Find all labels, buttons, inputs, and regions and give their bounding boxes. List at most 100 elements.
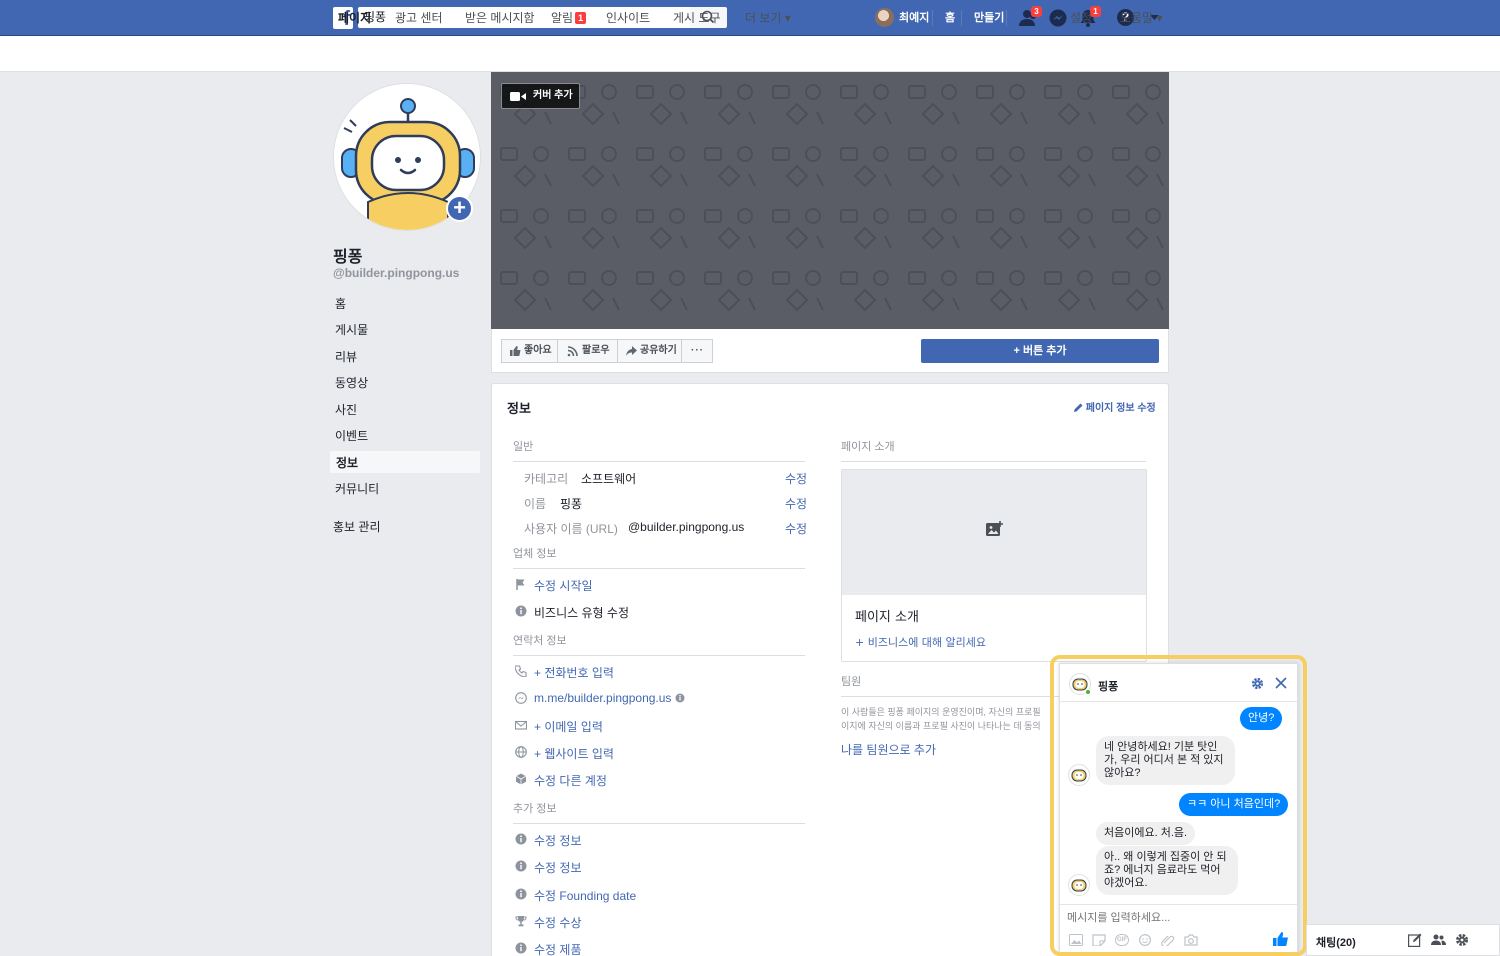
- add-button-cta[interactable]: + 버튼 추가: [921, 339, 1159, 363]
- add-cover-label: 커버 추가: [533, 90, 573, 101]
- sidebar-item-events[interactable]: 이벤트: [329, 424, 481, 448]
- messenger-link[interactable]: m.me/builder.pingpong.us: [534, 691, 685, 705]
- edit-page-info-label: 페이지 정보 수정: [1085, 403, 1156, 414]
- follow-button[interactable]: 팔로우: [557, 339, 618, 363]
- username-value: @builder.pingpong.us: [628, 520, 745, 534]
- about-image-placeholder[interactable]: [842, 470, 1146, 595]
- add-website-link[interactable]: + 웹사이트 입력: [534, 745, 614, 762]
- create-group-icon[interactable]: [1431, 934, 1446, 946]
- sidebar-item-posts[interactable]: 게시물: [329, 318, 481, 342]
- camera-icon[interactable]: [1184, 934, 1198, 946]
- chat-message-input[interactable]: [1067, 912, 1287, 924]
- page-about-section-title: 페이지 소개: [841, 438, 1146, 462]
- cube-icon: [515, 773, 527, 785]
- edit-products-link[interactable]: 수정 제품: [534, 941, 582, 956]
- add-email-link[interactable]: + 이메일 입력: [534, 718, 603, 735]
- edit-info-link-2[interactable]: 수정 정보: [534, 859, 582, 876]
- sidebar-item-photos[interactable]: 사진: [329, 398, 481, 422]
- tab-page[interactable]: 페이지: [333, 0, 377, 35]
- about-card-title: 정보: [507, 401, 531, 416]
- sticker-icon[interactable]: [1092, 934, 1106, 946]
- sidebar-item-community[interactable]: 커뮤니티: [329, 477, 481, 501]
- edit-page-info-link[interactable]: 페이지 정보 수정: [1074, 399, 1156, 414]
- gif-icon[interactable]: GIF: [1115, 934, 1129, 946]
- tab-notifications[interactable]: 알림 1: [551, 0, 587, 36]
- tab-publishing-tools[interactable]: 게시 도구: [673, 0, 721, 36]
- envelope-icon: [515, 720, 527, 730]
- emoji-icon[interactable]: [1138, 934, 1152, 946]
- pencil-icon: [1074, 403, 1083, 412]
- info-circle-icon: [515, 605, 527, 617]
- info-circle-icon: [515, 833, 527, 845]
- sidebar-item-home[interactable]: 홈: [329, 292, 481, 316]
- like-label: 좋아요: [524, 345, 552, 356]
- cover-pattern: [491, 72, 1169, 329]
- add-profile-photo-button[interactable]: +: [446, 195, 473, 222]
- about-box-link[interactable]: + 비즈니스에 대해 알리세요: [855, 634, 986, 650]
- divider: [1006, 10, 1007, 26]
- page-tabs-bar: [0, 36, 1500, 72]
- photo-icon[interactable]: [1069, 934, 1083, 946]
- more-info-section-title: 추가 정보: [513, 800, 805, 824]
- sidebar-item-videos[interactable]: 동영상: [329, 371, 481, 395]
- tab-insights[interactable]: 인사이트: [606, 0, 650, 36]
- phone-icon: [515, 665, 527, 677]
- tab-notifications-label: 알림: [551, 11, 574, 25]
- general-section-title: 일반: [513, 438, 805, 462]
- profile-link[interactable]: 최예지: [899, 0, 929, 36]
- chat-count-label[interactable]: 채팅(20): [1316, 934, 1356, 950]
- add-phone-link[interactable]: + 전화번호 입력: [534, 664, 614, 681]
- page-about-box[interactable]: 페이지 소개 + 비즈니스에 대해 알리세요: [841, 469, 1147, 662]
- tab-ad-center[interactable]: 광고 센터: [395, 0, 443, 36]
- info-small-icon[interactable]: [675, 693, 685, 703]
- new-message-compose-icon[interactable]: [1408, 933, 1422, 947]
- info-circle-icon: [515, 888, 527, 900]
- sidebar-item-reviews[interactable]: 리뷰: [329, 345, 481, 369]
- chat-message-me-2: ㅋㅋ 아니 처음인데?: [1179, 793, 1289, 816]
- edit-info-link-1[interactable]: 수정 정보: [534, 832, 582, 849]
- tab-more[interactable]: 더 보기 ▾: [745, 0, 791, 36]
- sidebar-item-about[interactable]: 정보: [329, 450, 481, 474]
- thumbs-up-icon: [510, 346, 521, 356]
- edit-category-link[interactable]: 수정: [785, 470, 807, 487]
- attachment-link-icon[interactable]: [1161, 934, 1175, 946]
- edit-other-account-link[interactable]: 수정 다른 계정: [534, 772, 607, 789]
- tab-help[interactable]: 도움말 ▾: [1120, 0, 1162, 36]
- send-like-thumbs-up-icon[interactable]: [1273, 932, 1288, 946]
- bot-avatar-icon: [1068, 874, 1090, 896]
- flag-icon: [516, 579, 525, 590]
- add-me-as-team-member-link[interactable]: 나를 팀원으로 추가: [841, 741, 936, 758]
- edit-awards-link[interactable]: 수정 수상: [534, 914, 582, 931]
- user-avatar[interactable]: [875, 8, 894, 27]
- name-label: 이름: [524, 497, 547, 511]
- chat-divider: [1060, 904, 1297, 905]
- business-type-link[interactable]: 비즈니스 유형 수정: [534, 604, 629, 621]
- tab-inbox[interactable]: 받은 메시지함: [465, 0, 535, 36]
- page-username[interactable]: @builder.pingpong.us: [333, 266, 459, 280]
- edit-name-link[interactable]: 수정: [785, 495, 807, 512]
- share-button[interactable]: 공유하기: [617, 339, 682, 363]
- chat-sidebar-bar[interactable]: 채팅(20): [1306, 924, 1500, 956]
- category-value: 소프트웨어: [581, 472, 637, 486]
- chat-message-me-1: 안녕?: [1240, 707, 1283, 730]
- create-link[interactable]: 만들기: [974, 0, 1004, 36]
- chat-options-gear-icon[interactable]: [1455, 933, 1469, 947]
- friend-requests-badge: 3: [1031, 6, 1042, 17]
- chat-message-bot-1: 네 안녕하세요! 기분 탓인가, 우리 어디서 본 적 있지 않아요?: [1096, 736, 1235, 785]
- info-circle-icon: [515, 860, 527, 872]
- add-photo-icon: [986, 521, 1003, 536]
- name-value: 핑퐁: [560, 497, 583, 511]
- like-button[interactable]: 좋아요: [501, 339, 558, 363]
- edit-founding-date-link[interactable]: 수정 Founding date: [534, 887, 636, 904]
- team-description-line-2: 이지에 자신의 이름과 프로필 사진이 나타나는 데 동의: [841, 721, 1041, 731]
- add-cover-button[interactable]: 커버 추가: [501, 83, 580, 109]
- home-link[interactable]: 홈: [945, 0, 955, 36]
- sidebar-item-promote[interactable]: 홍보 관리: [327, 515, 479, 539]
- chat-message-bot-2: 처음이에요. 처.음.: [1096, 822, 1196, 845]
- start-date-link[interactable]: 수정 시작일: [534, 577, 593, 594]
- more-options-button[interactable]: ···: [681, 339, 713, 363]
- messenger-icon[interactable]: [1048, 8, 1068, 28]
- edit-username-link[interactable]: 수정: [785, 520, 807, 537]
- messenger-link-text: m.me/builder.pingpong.us: [534, 691, 672, 705]
- tab-settings[interactable]: 설정: [1070, 0, 1092, 36]
